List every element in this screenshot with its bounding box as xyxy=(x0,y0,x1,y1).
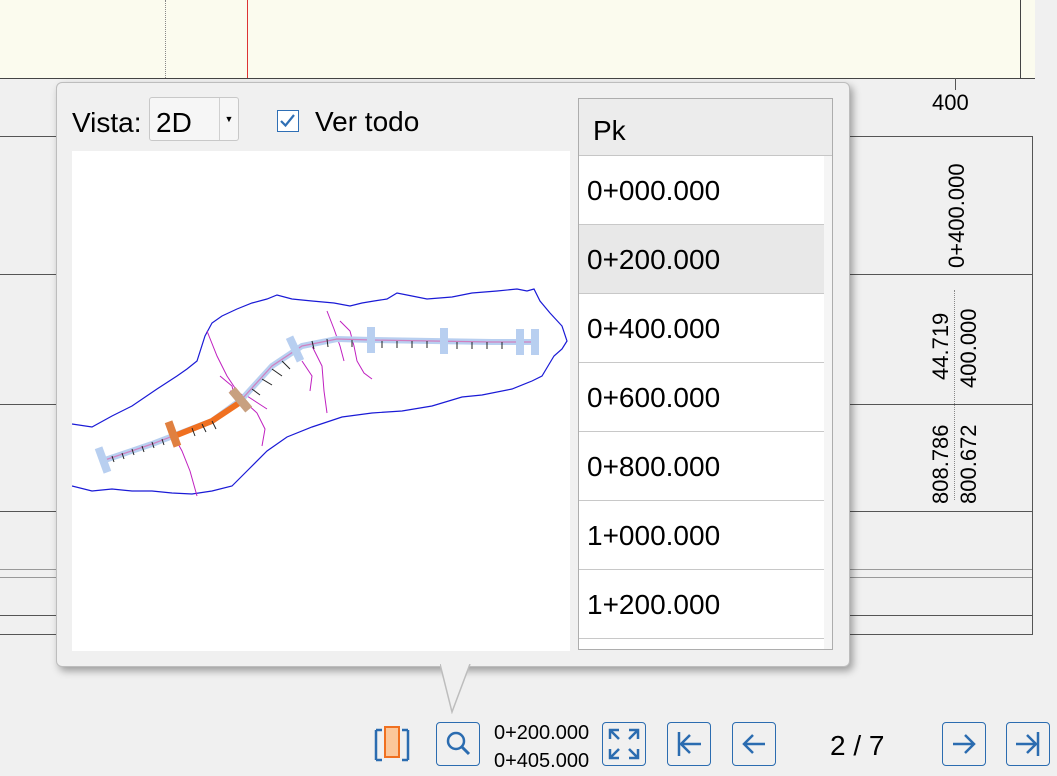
table-scrollbar[interactable] xyxy=(824,156,832,649)
page-counter: 2 / 7 xyxy=(830,730,885,761)
station-value: 0+400.000 xyxy=(944,163,969,268)
grid-line xyxy=(1020,0,1021,78)
profile-value: 800.672 xyxy=(956,424,981,504)
previous-page-icon xyxy=(742,734,765,754)
pk-end-readout: 0+405.000 xyxy=(494,750,590,772)
pk-row[interactable]: 0+800.000 xyxy=(579,432,832,501)
pk-row[interactable]: 0+000.000 xyxy=(579,156,832,225)
pk-row[interactable]: 1+000.000 xyxy=(579,501,832,570)
vista-select[interactable]: 2D ▼ xyxy=(149,97,239,141)
plan-view-icon xyxy=(374,726,410,762)
plan-map[interactable] xyxy=(71,151,570,651)
zoom-button[interactable] xyxy=(436,722,480,766)
fit-extents-button[interactable] xyxy=(602,722,646,766)
ruler-tick xyxy=(955,78,956,90)
first-page-button[interactable] xyxy=(667,722,711,766)
ruler-label: 400 xyxy=(932,90,969,115)
plan-view-popup: Vista: 2D ▼ Ver todo Pk 0+000.000 0+200.… xyxy=(56,82,850,667)
pk-row[interactable]: 0+600.000 xyxy=(579,363,832,432)
pk-start-readout: 0+200.000 xyxy=(494,722,590,744)
next-page-icon xyxy=(953,734,976,754)
alignment-centerline xyxy=(101,338,537,462)
grid-line xyxy=(954,290,955,500)
profile-value: 808.786 xyxy=(928,424,953,504)
station-ticks xyxy=(111,338,503,463)
last-page-button[interactable] xyxy=(1006,722,1050,766)
vista-label: Vista: xyxy=(72,107,142,138)
grid-line xyxy=(165,0,166,78)
zoom-icon xyxy=(446,731,471,756)
vista-select-value: 2D xyxy=(156,107,192,138)
first-page-icon xyxy=(677,732,701,756)
fit-extents-icon xyxy=(608,728,640,760)
chevron-down-icon[interactable]: ▼ xyxy=(219,98,238,140)
last-page-icon xyxy=(1016,732,1040,756)
popup-pointer xyxy=(440,664,471,714)
pk-row[interactable]: 1+200.000 xyxy=(579,570,832,639)
next-page-button[interactable] xyxy=(942,722,986,766)
pk-table[interactable]: Pk 0+000.000 0+200.000 0+400.000 0+600.0… xyxy=(578,98,833,650)
profile-value: 400.000 xyxy=(956,308,981,388)
pk-column-header[interactable]: Pk xyxy=(579,99,832,156)
selected-segment xyxy=(170,398,244,440)
pk-row-selected[interactable]: 0+200.000 xyxy=(579,225,832,294)
ver-todo-checkbox[interactable] xyxy=(277,110,299,132)
boundary-outline xyxy=(71,288,568,495)
plan-view-button[interactable] xyxy=(370,722,414,766)
previous-page-button[interactable] xyxy=(732,722,776,766)
profile-value: 44.719 xyxy=(928,312,953,380)
ver-todo-label: Ver todo xyxy=(315,106,420,137)
profile-drawing-top xyxy=(0,0,1035,79)
grid-line xyxy=(1032,136,1033,634)
pk-row[interactable]: 0+400.000 xyxy=(579,294,832,363)
checkmark-icon xyxy=(280,114,295,128)
cursor-line xyxy=(247,0,248,78)
alignment-line xyxy=(101,335,537,464)
